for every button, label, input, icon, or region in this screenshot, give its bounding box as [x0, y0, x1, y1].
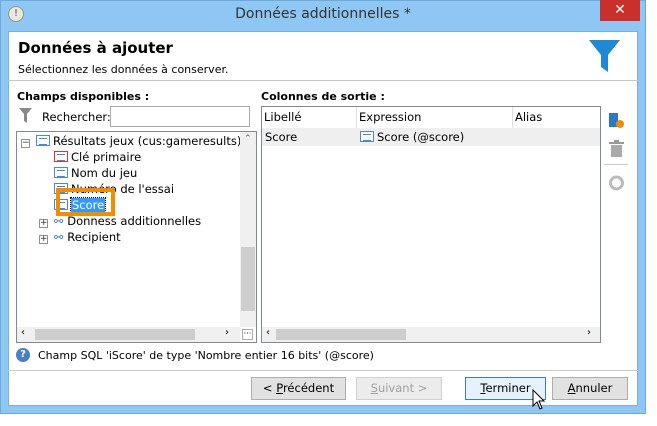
scroll-thumb[interactable]	[241, 247, 255, 311]
tree-item[interactable]: Nom du jeu	[54, 165, 137, 181]
column-header-libelle[interactable]: Libellé	[262, 107, 357, 128]
page-title: Données à ajouter	[18, 39, 173, 57]
search-input[interactable]	[110, 106, 250, 127]
btn-rest: nnuler	[575, 381, 613, 395]
cell-libelle: Score	[265, 130, 298, 144]
scroll-left-icon[interactable]: ‹	[21, 327, 25, 338]
tree-item-label: Nom du jeu	[71, 166, 138, 180]
btn-rest: récédent	[282, 381, 335, 395]
key-field-icon	[54, 151, 68, 162]
tree-item[interactable]: Clé primaire	[54, 149, 141, 165]
footer-divider	[8, 370, 638, 371]
list-icon	[36, 135, 50, 146]
horizontal-scrollbar[interactable]: ‹ ›	[262, 327, 600, 342]
tree-root-label: Résultats jeux (cus:gameresults)	[53, 134, 242, 148]
window-title: Données additionnelles *	[235, 6, 411, 22]
scroll-thumb[interactable]	[276, 329, 406, 340]
link-icon: ⚯	[54, 215, 64, 228]
previous-button[interactable]: < Précédent	[251, 377, 346, 400]
tree-item-label: Recipient	[67, 230, 121, 244]
btn-rest: uivant >	[377, 381, 428, 395]
filter-icon[interactable]	[19, 108, 32, 123]
cell-expression-text: Score (@score)	[377, 130, 465, 144]
more-icon[interactable]: ···	[242, 329, 253, 340]
mouse-cursor-icon	[532, 389, 546, 410]
next-button[interactable]: Suivant >	[356, 377, 442, 400]
list-icon	[54, 167, 68, 178]
scroll-up-icon[interactable]: ⌃	[244, 134, 252, 144]
search-label: Rechercher:	[42, 110, 111, 124]
output-columns-label: Colonnes de sortie :	[261, 90, 385, 103]
cancel-button[interactable]: Annuler	[552, 377, 628, 400]
close-button[interactable]: ✕	[600, 0, 640, 21]
tree-item-label: Donness additionnelles	[67, 214, 202, 228]
add-column-icon[interactable]	[608, 111, 625, 129]
table-row[interactable]: Score Score (@score)	[262, 128, 600, 146]
cell-expression: Score (@score)	[360, 128, 464, 146]
scroll-thumb[interactable]	[35, 329, 195, 340]
column-header-alias[interactable]: Alias	[513, 107, 600, 128]
tree-root[interactable]: − Résultats jeux (cus:gameresults)	[21, 133, 241, 149]
available-fields-label: Champs disponibles :	[17, 90, 150, 103]
toolbar-divider	[604, 164, 628, 165]
expand-icon[interactable]: +	[39, 235, 48, 244]
expand-icon[interactable]: +	[39, 219, 48, 228]
btn-rest: erminer	[485, 381, 531, 395]
link-icon: ⚯	[54, 231, 64, 244]
fields-tree[interactable]: − Résultats jeux (cus:gameresults) Clé pr…	[16, 131, 257, 343]
scroll-right-icon[interactable]: ›	[587, 327, 591, 338]
help-icon: ?	[16, 348, 30, 362]
vertical-scrollbar[interactable]: ⌃	[240, 132, 256, 327]
collapse-icon[interactable]: −	[21, 139, 30, 148]
btn-key: P	[276, 381, 283, 395]
highlight-box	[56, 188, 115, 216]
btn-key: A	[567, 381, 576, 395]
horizontal-scrollbar[interactable]: ‹ ›	[17, 327, 240, 342]
refresh-icon[interactable]	[609, 175, 624, 191]
header-divider	[8, 80, 638, 81]
list-icon	[360, 131, 374, 142]
scroll-right-icon[interactable]: ›	[225, 327, 229, 338]
page-subtitle: Sélectionnez les données à conserver.	[18, 63, 229, 76]
info-text: Champ SQL 'iScore' de type 'Nombre entie…	[38, 349, 374, 362]
scroll-left-icon[interactable]: ‹	[266, 327, 270, 338]
btn-prefix: <	[262, 381, 277, 395]
output-columns-table[interactable]: Libellé Expression Alias Score Score (@s…	[261, 106, 601, 343]
trash-icon[interactable]	[609, 140, 624, 157]
btn-key: S	[370, 381, 378, 395]
funnel-icon	[589, 40, 620, 72]
column-header-expression[interactable]: Expression	[357, 107, 513, 128]
tree-item-label: Clé primaire	[71, 150, 142, 164]
tree-link-item[interactable]: + ⚯ Recipient	[39, 229, 121, 245]
